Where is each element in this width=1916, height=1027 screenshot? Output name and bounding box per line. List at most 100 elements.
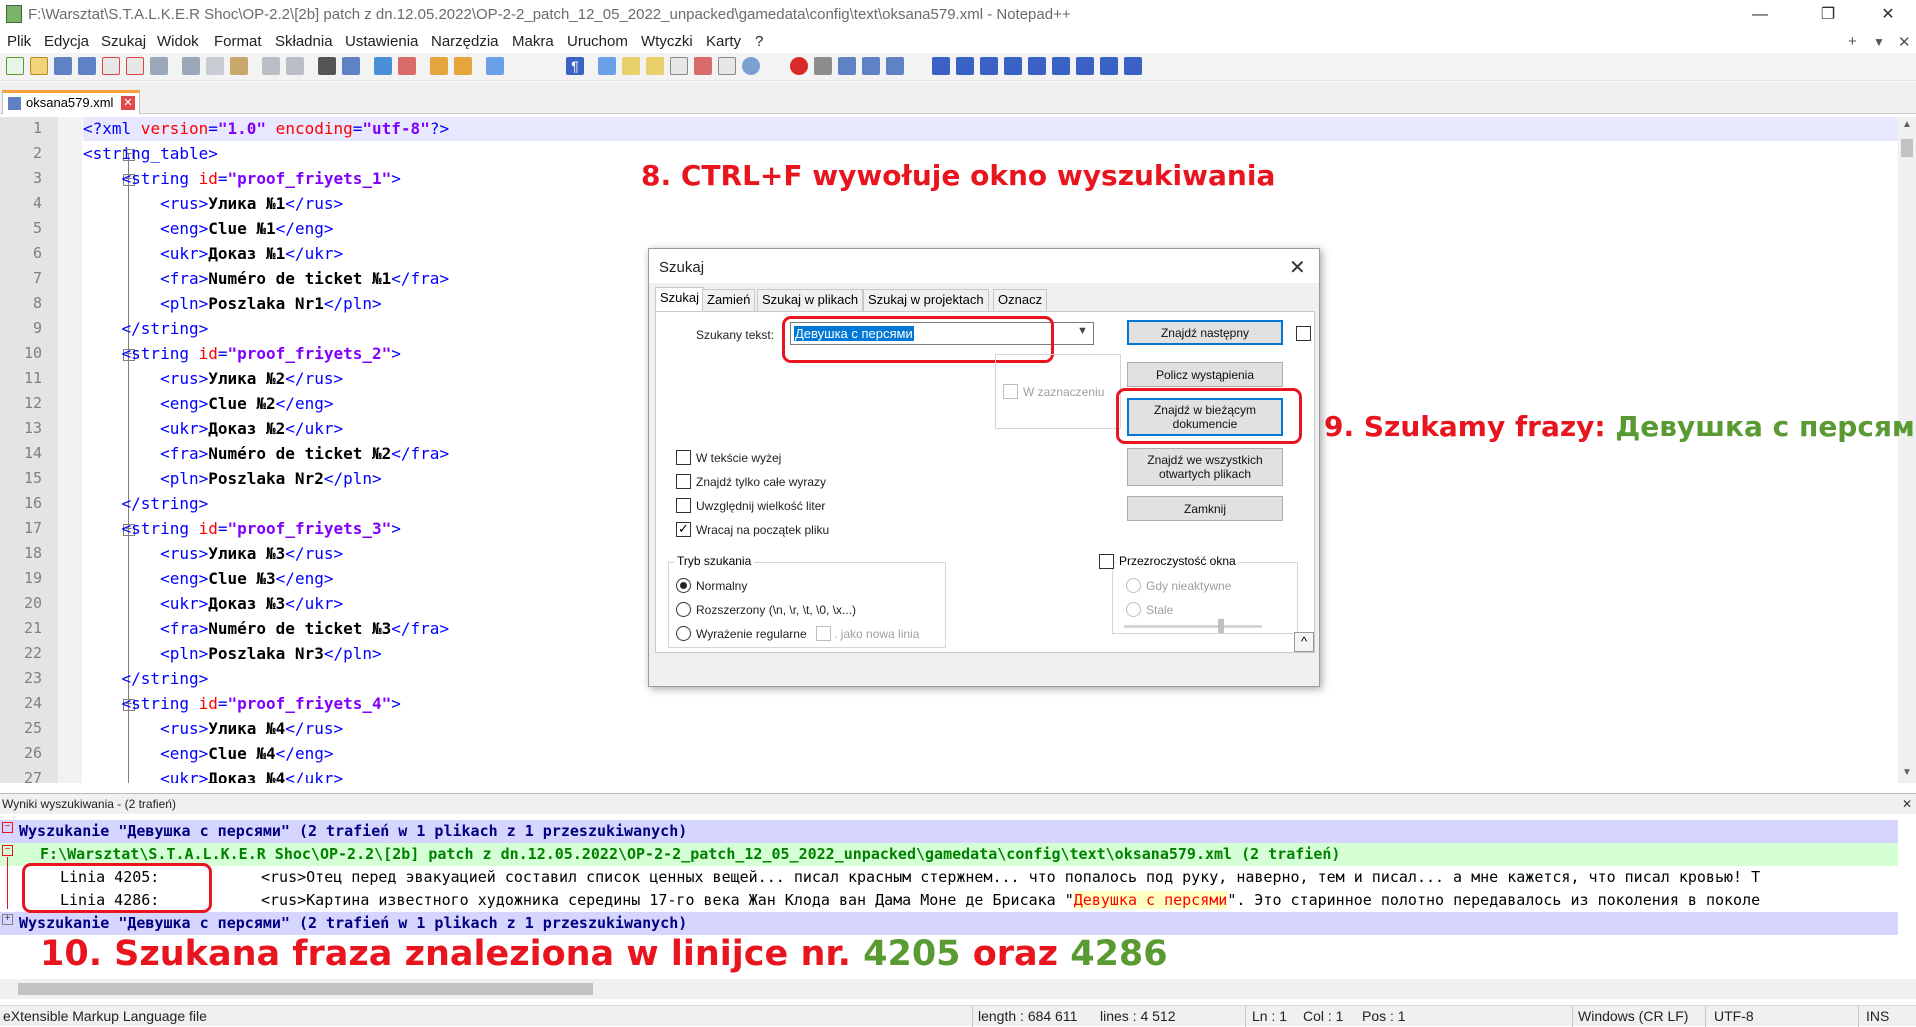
code-line[interactable]: <ukr>Доказ №4</ukr> [83,769,343,783]
scroll-up-arrow[interactable]: ▲ [1898,119,1916,130]
code-line[interactable]: <string id="proof_friyets_1"> [83,169,401,189]
new-file-icon[interactable] [6,57,24,75]
code-line[interactable]: <rus>Улика №1</rus> [83,194,343,214]
cut-icon[interactable] [182,57,200,75]
transparency-slider[interactable] [1124,625,1262,628]
stop-macro-icon[interactable] [814,57,832,75]
redo-icon[interactable] [286,57,304,75]
doc-map-icon[interactable] [646,57,664,75]
plugin-icon-7[interactable] [1076,57,1094,75]
result-hit-4205[interactable]: Linia 4205: <rus>Отец перед эвакуацией со… [0,866,1898,889]
show-all-chars-icon[interactable]: ¶ [566,57,584,75]
print-icon[interactable] [150,57,168,75]
indent-guide-icon[interactable] [598,57,616,75]
code-line[interactable]: <rus>Улика №2</rus> [83,369,343,389]
undo-icon[interactable] [262,57,280,75]
code-line[interactable]: <pln>Poszlaka Nr1</pln> [83,294,382,314]
mode-normal-radio[interactable] [676,578,691,593]
menu-ustawienia[interactable]: Ustawienia [345,33,418,50]
results-close-icon[interactable]: ✕ [1902,797,1912,811]
menu-wtyczki[interactable]: Wtyczki [641,33,693,50]
mode-extended-radio[interactable] [676,602,691,617]
results2-fold-icon[interactable]: + [2,914,13,925]
paste-icon[interactable] [230,57,248,75]
transparency-checkbox[interactable] [1099,554,1114,569]
menu-edycja[interactable]: Edycja [44,33,89,50]
menu-format[interactable]: Format [214,33,262,50]
replace-icon[interactable] [342,57,360,75]
play-macro-icon[interactable] [838,57,856,75]
code-line[interactable]: <fra>Numéro de ticket №1</fra> [83,269,449,289]
code-line[interactable]: <eng>Clue №2</eng> [83,394,333,414]
transparency-slider-thumb[interactable] [1218,619,1224,633]
code-line[interactable]: <eng>Clue №3</eng> [83,569,333,589]
code-line[interactable]: <string id="proof_friyets_2"> [83,344,401,364]
plugin-icon-5[interactable] [1028,57,1046,75]
plugin-icon-1[interactable] [932,57,950,75]
count-button[interactable]: Policz wystąpienia [1127,362,1283,387]
results-horizontal-scrollbar[interactable] [0,979,1916,999]
close-file-icon[interactable] [102,57,120,75]
code-line[interactable]: <fra>Numéro de ticket №3</fra> [83,619,449,639]
function-list-icon[interactable] [670,57,688,75]
dialog-close-icon[interactable]: ✕ [1289,255,1306,280]
save-macro-icon[interactable] [886,57,904,75]
code-line[interactable]: <ukr>Доказ №1</ukr> [83,244,343,264]
dialog-tab-pliki[interactable]: Szukaj w plikach [757,289,864,311]
dot-newline-checkbox[interactable] [816,626,831,641]
result-header-2[interactable]: Wyszukanie "Девушка с персями" (2 trafie… [0,912,1898,935]
match-case-checkbox[interactable] [676,498,691,513]
scroll-down-arrow[interactable]: ▼ [1898,767,1916,778]
menu-makra[interactable]: Makra [512,33,554,50]
code-line[interactable]: </string> [83,494,209,514]
plugin-icon-2[interactable] [956,57,974,75]
close-tab-icon[interactable]: ✕ [1898,33,1911,51]
find-next-option-checkbox[interactable] [1296,326,1311,341]
result-hit-4286[interactable]: Linia 4286: <rus>Картина известного худож… [0,889,1898,912]
wrap-around-checkbox[interactable]: ✓ [676,522,691,537]
code-line[interactable]: <ukr>Доказ №2</ukr> [83,419,343,439]
code-line[interactable]: <eng>Clue №4</eng> [83,744,333,764]
code-line[interactable]: <fra>Numéro de ticket №2</fra> [83,444,449,464]
code-line[interactable]: <pln>Poszlaka Nr3</pln> [83,644,382,664]
plugin-icon-9[interactable] [1124,57,1142,75]
save-all-icon[interactable] [78,57,96,75]
scroll-thumb[interactable] [1901,139,1913,157]
code-line[interactable]: </string> [83,669,209,689]
monitoring-icon[interactable] [742,57,760,75]
plugin-icon-6[interactable] [1052,57,1070,75]
code-line[interactable]: <ukr>Доказ №3</ukr> [83,594,343,614]
menu-widok[interactable]: Widok [157,33,199,50]
close-all-icon[interactable] [126,57,144,75]
code-line[interactable]: <pln>Poszlaka Nr2</pln> [83,469,382,489]
close-dialog-button[interactable]: Zamknij [1127,496,1283,521]
zoom-out-icon[interactable] [398,57,416,75]
sync-v-icon[interactable] [430,57,448,75]
code-line[interactable]: <string_table> [83,144,218,164]
sync-h-icon[interactable] [454,57,472,75]
udl-icon[interactable] [622,57,640,75]
find-in-all-open-button[interactable]: Znajdź we wszystkich otwartych plikach [1127,448,1283,486]
transparency-inactive-radio[interactable] [1126,578,1141,593]
open-file-icon[interactable] [30,57,48,75]
code-line[interactable]: <eng>Clue №1</eng> [83,219,333,239]
dialog-tab-szukaj[interactable]: Szukaj [655,287,705,311]
result-header-1[interactable]: Wyszukanie "Девушка с персями" (2 trafie… [0,820,1898,843]
mode-regex-radio[interactable] [676,626,691,641]
editor-vertical-scrollbar[interactable]: ▲ ▼ [1898,117,1916,783]
add-tab-icon[interactable]: + [1848,33,1857,50]
find-next-button[interactable]: Znajdź następny [1127,320,1283,345]
save-icon[interactable] [54,57,72,75]
code-line[interactable]: <rus>Улика №4</rus> [83,719,343,739]
tab-close-icon[interactable]: ✕ [121,96,135,110]
results-fold-icon[interactable]: − [2,822,13,833]
menu-uruchom[interactable]: Uruchom [567,33,628,50]
code-line[interactable]: <string id="proof_friyets_4"> [83,694,401,714]
find-icon[interactable] [318,57,336,75]
whole-word-checkbox[interactable] [676,474,691,489]
plugin-icon-3[interactable] [980,57,998,75]
menu-plik[interactable]: Plik [7,33,31,50]
menu-narzedzia[interactable]: Narzędzia [431,33,499,50]
code-line[interactable]: <string id="proof_friyets_3"> [83,519,401,539]
plugin-icon-4[interactable] [1004,57,1022,75]
